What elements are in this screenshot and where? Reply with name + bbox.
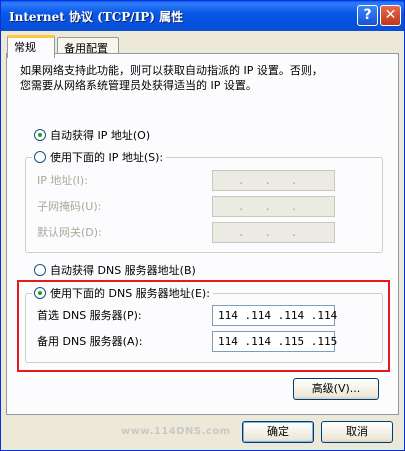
close-button[interactable]: ✕ xyxy=(380,5,401,26)
ip-manual-label: 使用下面的 IP 地址(S): xyxy=(50,151,164,164)
ip-address-label: IP 地址(I): xyxy=(37,174,88,187)
gateway-label: 默认网关(D): xyxy=(37,226,102,239)
gateway-field[interactable]: . . . xyxy=(212,222,335,243)
radio-selected-icon xyxy=(34,129,46,141)
ip-auto-label: 自动获得 IP 地址(O) xyxy=(50,129,151,142)
radio-unselected-icon xyxy=(34,264,46,276)
radio-unselected-icon xyxy=(34,151,46,163)
window-title: Internet 协议 (TCP/IP) 属性 xyxy=(9,10,184,24)
ip-address-field[interactable]: . . . xyxy=(212,170,335,191)
tab-strip: 常规 备用配置 xyxy=(1,31,404,58)
advanced-button[interactable]: 高级(V)... xyxy=(293,378,379,400)
tcpip-properties-dialog: Internet 协议 (TCP/IP) 属性 ? ✕ 常规 备用配置 如果网络… xyxy=(0,0,405,451)
help-button[interactable]: ? xyxy=(357,5,378,26)
description-text: 如果网络支持此功能，则可以获取自动指派的 IP 设置。否则， 您需要从网络系统管… xyxy=(20,63,380,93)
description-line-2: 您需要从网络系统管理员处获得适当的 IP 设置。 xyxy=(20,79,257,92)
dns-auto-label: 自动获得 DNS 服务器地址(B) xyxy=(50,264,196,277)
watermark-text: www.114DNS.com xyxy=(121,426,231,437)
ip-manual-radio[interactable]: 使用下面的 IP 地址(S): xyxy=(32,150,167,166)
ip-auto-radio[interactable]: 自动获得 IP 地址(O) xyxy=(34,128,150,144)
tab-general[interactable]: 常规 xyxy=(7,35,55,58)
cancel-button[interactable]: 取消 xyxy=(321,421,393,443)
red-highlight-box xyxy=(17,280,390,372)
subnet-mask-field[interactable]: . . . xyxy=(212,196,335,217)
subnet-mask-label: 子网掩码(U): xyxy=(37,200,102,213)
description-line-1: 如果网络支持此功能，则可以获取自动指派的 IP 设置。否则， xyxy=(20,64,323,77)
ok-button[interactable]: 确定 xyxy=(242,421,314,443)
dns-auto-radio[interactable]: 自动获得 DNS 服务器地址(B) xyxy=(34,263,196,279)
title-bar[interactable]: Internet 协议 (TCP/IP) 属性 ? ✕ xyxy=(1,1,404,31)
